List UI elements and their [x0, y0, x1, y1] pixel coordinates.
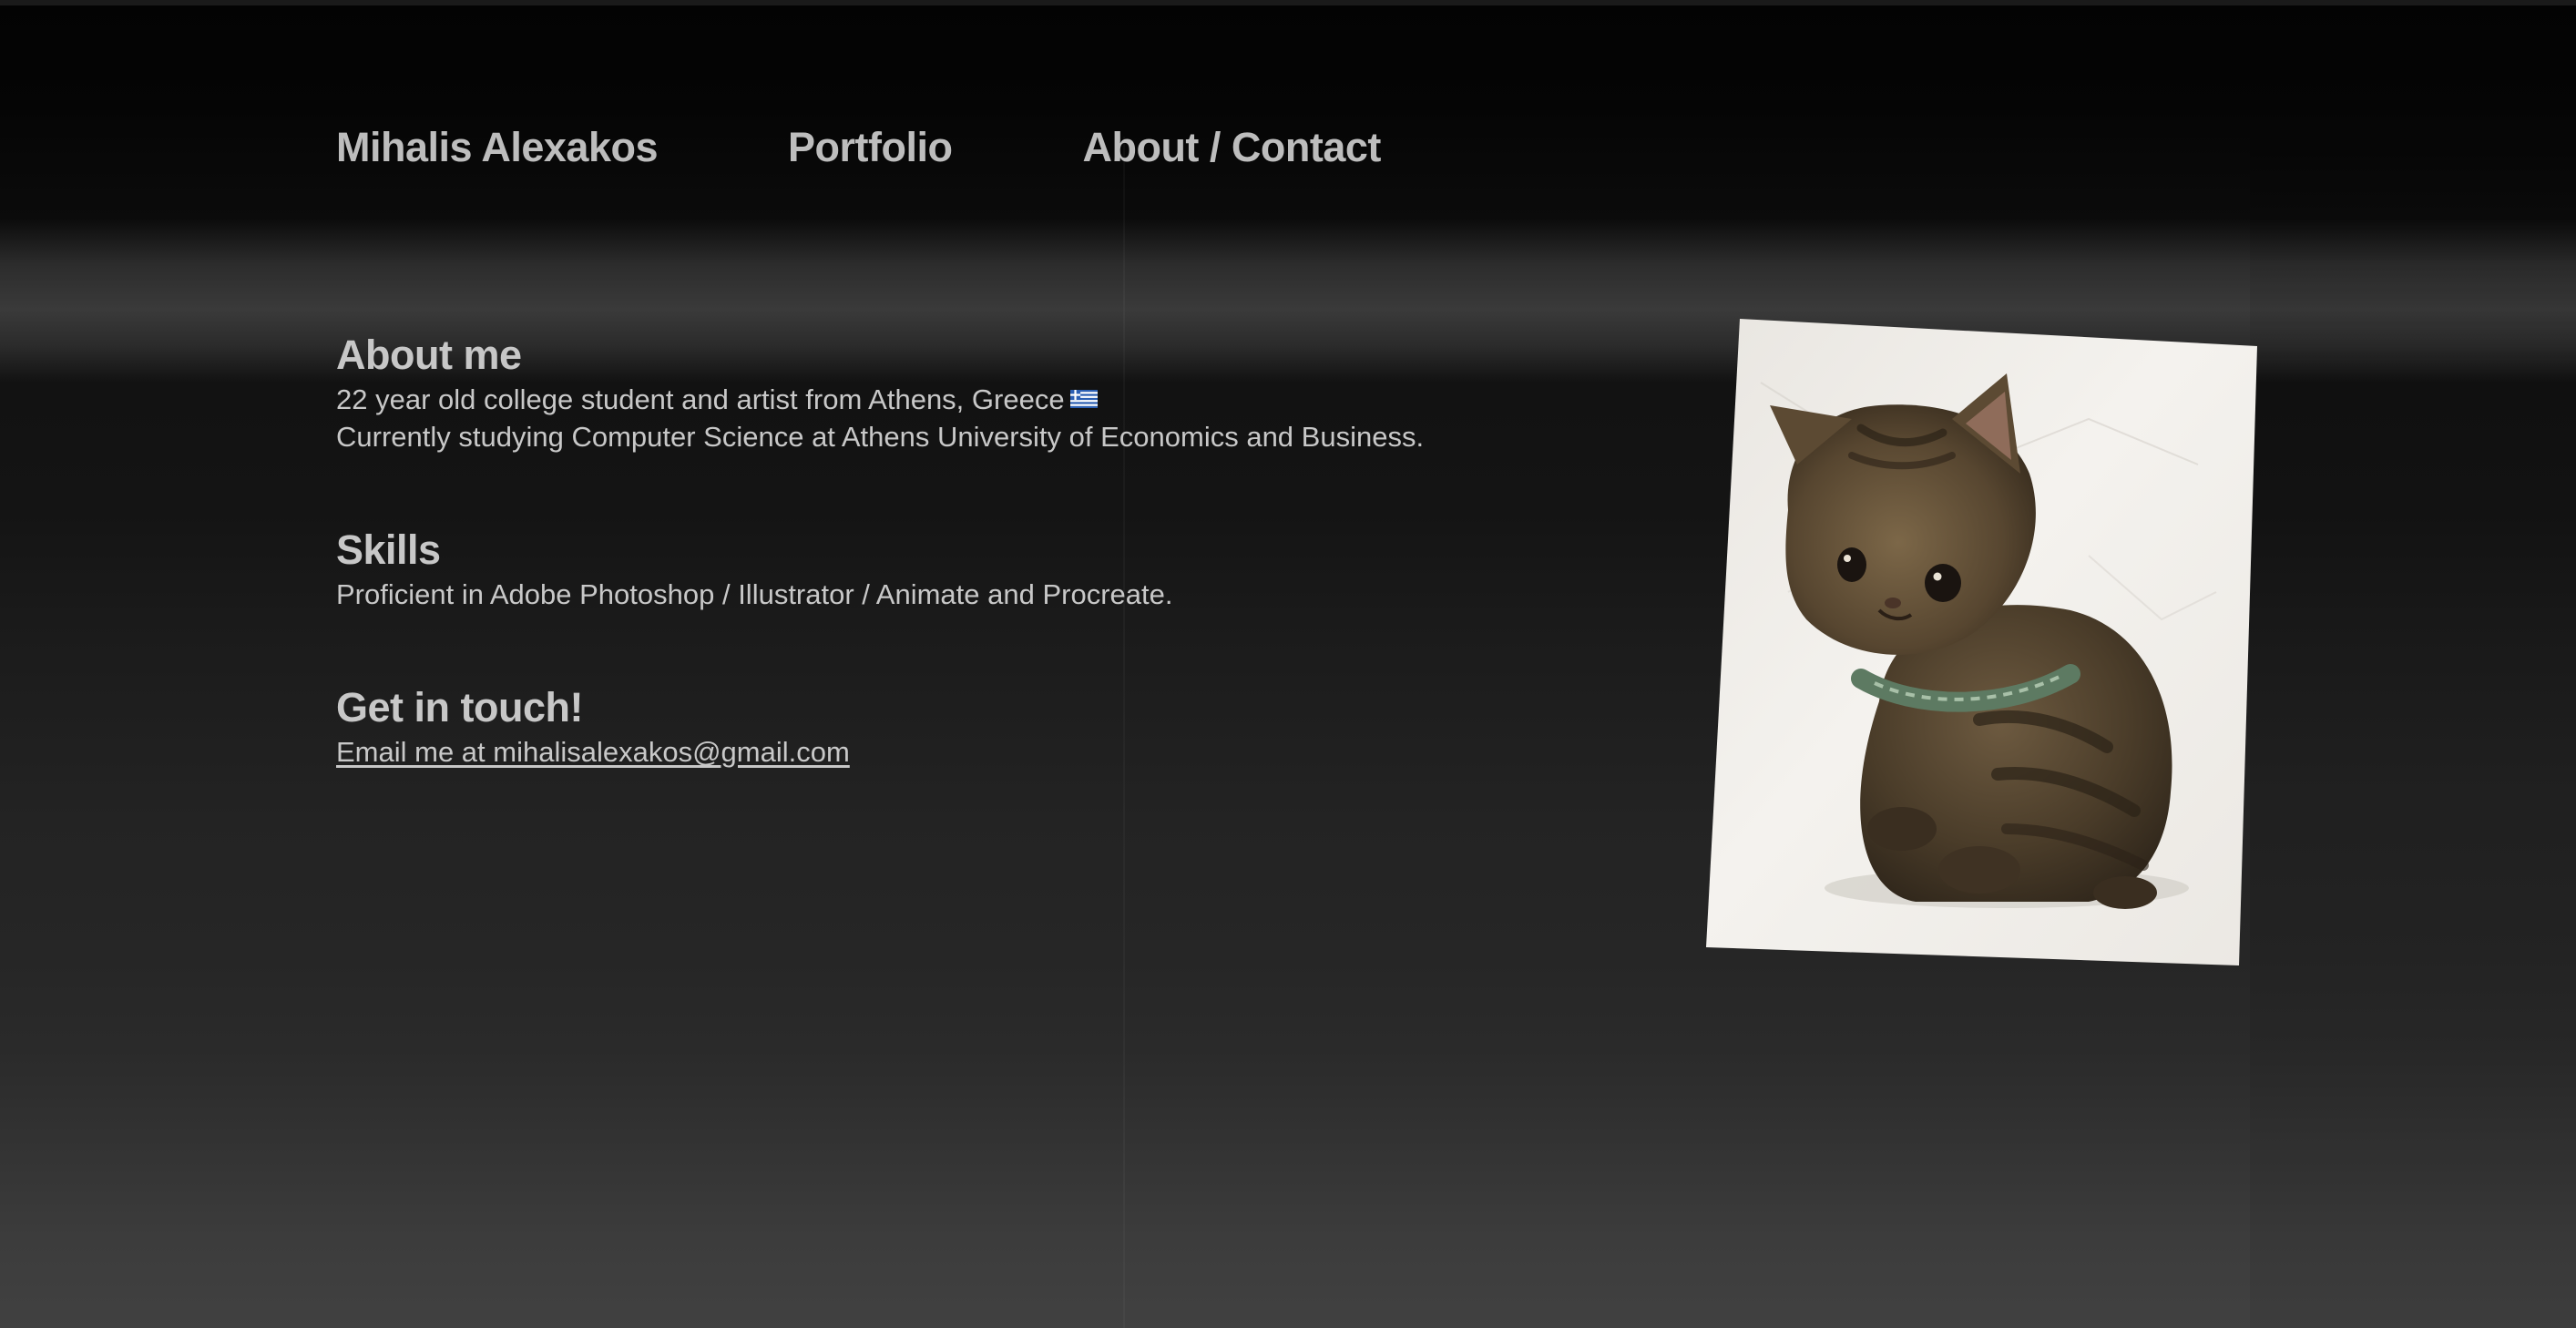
- about-line-2: Currently studying Computer Science at A…: [336, 421, 1425, 453]
- cat-artwork-image: [1706, 319, 2257, 965]
- site-name[interactable]: Mihalis Alexakos: [336, 124, 659, 171]
- skills-section: Skills Proficient in Adobe Photoshop / I…: [336, 525, 1611, 613]
- about-section: About me 22 year old college student and…: [336, 330, 1611, 455]
- about-line-1: 22 year old college student and artist f…: [336, 381, 1611, 418]
- about-heading: About me: [336, 332, 522, 378]
- email-link[interactable]: Email me at mihalisalexakos@gmail.com: [336, 736, 850, 768]
- contact-heading: Get in touch!: [336, 684, 583, 730]
- contact-section: Get in touch! Email me at mihalisalexako…: [336, 682, 1611, 771]
- top-border: [0, 0, 2576, 5]
- greece-flag-icon: [1069, 389, 1098, 408]
- skills-heading: Skills: [336, 526, 441, 573]
- nav-link-portfolio[interactable]: Portfolio: [788, 124, 953, 171]
- main-content: About me 22 year old college student and…: [336, 330, 1611, 840]
- background-shade: [2250, 137, 2576, 1328]
- about-line-1-text: 22 year old college student and artist f…: [336, 383, 1065, 415]
- skills-text: Proficient in Adobe Photoshop / Illustra…: [336, 578, 1173, 610]
- main-nav: Mihalis Alexakos Portfolio About / Conta…: [336, 124, 1511, 171]
- nav-link-about-contact[interactable]: About / Contact: [1082, 124, 1381, 171]
